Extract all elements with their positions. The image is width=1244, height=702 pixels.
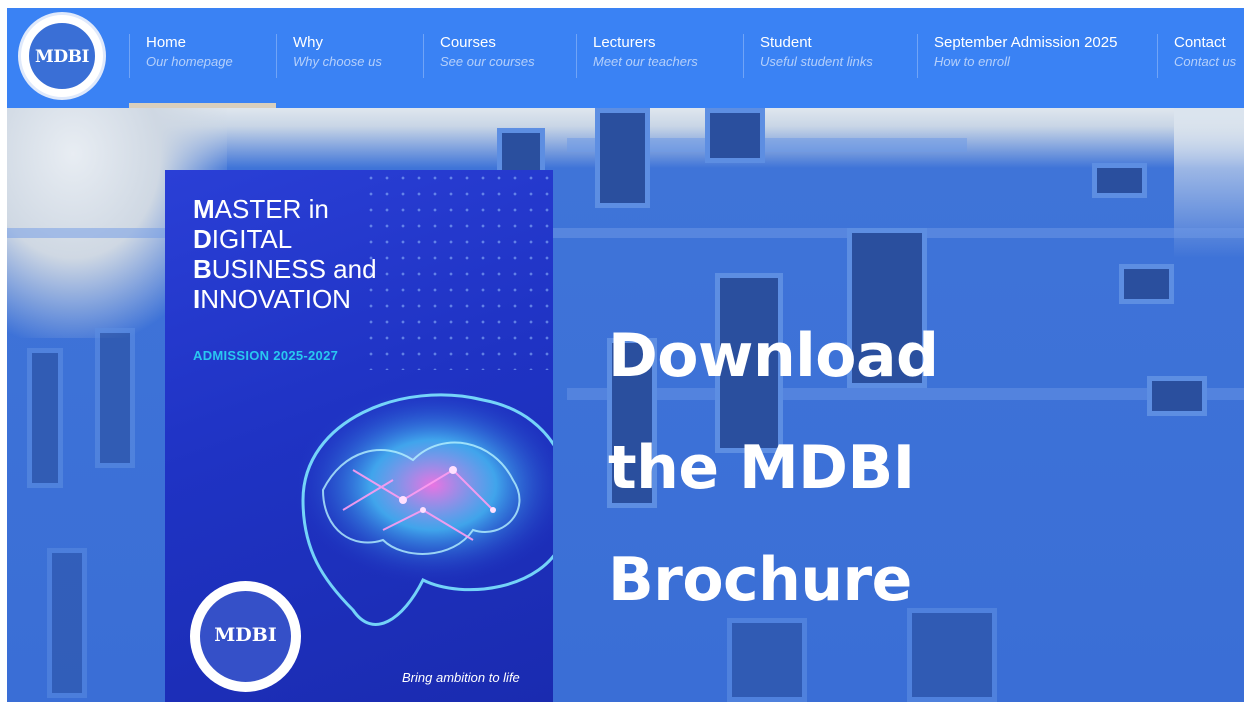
building-window (1147, 376, 1207, 416)
building-window (595, 108, 650, 208)
nav-item-subtitle: Why choose us (293, 54, 382, 69)
brochure-title-initial: D (193, 224, 212, 254)
nav-item-subtitle: Contact us (1174, 54, 1237, 69)
download-brochure-headline[interactable]: Download the MDBI Brochure (608, 300, 939, 636)
building-window (1119, 264, 1174, 304)
brochure-title: MASTER in DIGITAL BUSINESS and INNOVATIO… (193, 194, 377, 314)
nav-item-why[interactable]: Why Why choose us (276, 34, 382, 78)
building-window (47, 548, 87, 698)
nav-item-title: September Admission 2025 (934, 34, 1118, 51)
nav-item-title: Home (146, 34, 187, 51)
nav-item-subtitle: Meet our teachers (593, 54, 698, 69)
headline-line: Brochure (608, 545, 912, 615)
nav-item-student[interactable]: Student Useful student links (743, 34, 873, 78)
brochure-title-rest: USINESS and (211, 254, 377, 284)
top-nav: MDBI Home Our homepage Why Why choose us… (7, 8, 1244, 108)
mdbi-logo[interactable]: MDBI (18, 12, 106, 100)
nav-item-home[interactable]: Home Our homepage (129, 34, 233, 78)
nav-item-lecturers[interactable]: Lecturers Meet our teachers (576, 34, 698, 78)
nav-item-subtitle: Useful student links (760, 54, 873, 69)
building-window (705, 108, 765, 163)
brain-network-icon (293, 385, 553, 626)
headline-line: the MDBI (608, 433, 915, 503)
building-window (27, 348, 63, 488)
brochure-title-initial: M (193, 194, 215, 224)
brochure-title-initial: B (193, 254, 212, 284)
brochure-title-rest: ASTER in (214, 194, 329, 224)
brochure-seal-text: MDBI (214, 624, 277, 646)
building-window (1092, 163, 1147, 198)
brochure-title-rest: NNOVATION (200, 284, 351, 314)
nav-item-title: Contact (1174, 34, 1226, 51)
nav-item-title: Why (293, 34, 323, 51)
logo-text: MDBI (35, 47, 89, 67)
nav-item-subtitle: See our courses (440, 54, 535, 69)
headline-line: Download (608, 321, 939, 391)
nav-item-subtitle: Our homepage (146, 54, 233, 69)
brochure-mdbi-seal: MDBI (190, 581, 301, 692)
nav-item-september-admission[interactable]: September Admission 2025 How to enroll (917, 34, 1117, 78)
nav-item-courses[interactable]: Courses See our courses (423, 34, 535, 78)
brochure-cover[interactable]: MASTER in DIGITAL BUSINESS and INNOVATIO… (165, 170, 553, 702)
brochure-seal-inner: MDBI (198, 589, 293, 684)
nav-item-contact[interactable]: Contact Contact us (1157, 34, 1244, 78)
nav-item-subtitle: How to enroll (934, 54, 1010, 69)
brochure-title-rest: IGITAL (211, 224, 293, 254)
nav-item-title: Student (760, 34, 812, 51)
brochure-tagline: Bring ambition to life (402, 670, 520, 685)
building-window (95, 328, 135, 468)
nav-item-title: Lecturers (593, 34, 656, 51)
brochure-dot-pattern (363, 170, 553, 370)
logo-seal: MDBI (27, 21, 97, 91)
nav-item-title: Courses (440, 34, 496, 51)
